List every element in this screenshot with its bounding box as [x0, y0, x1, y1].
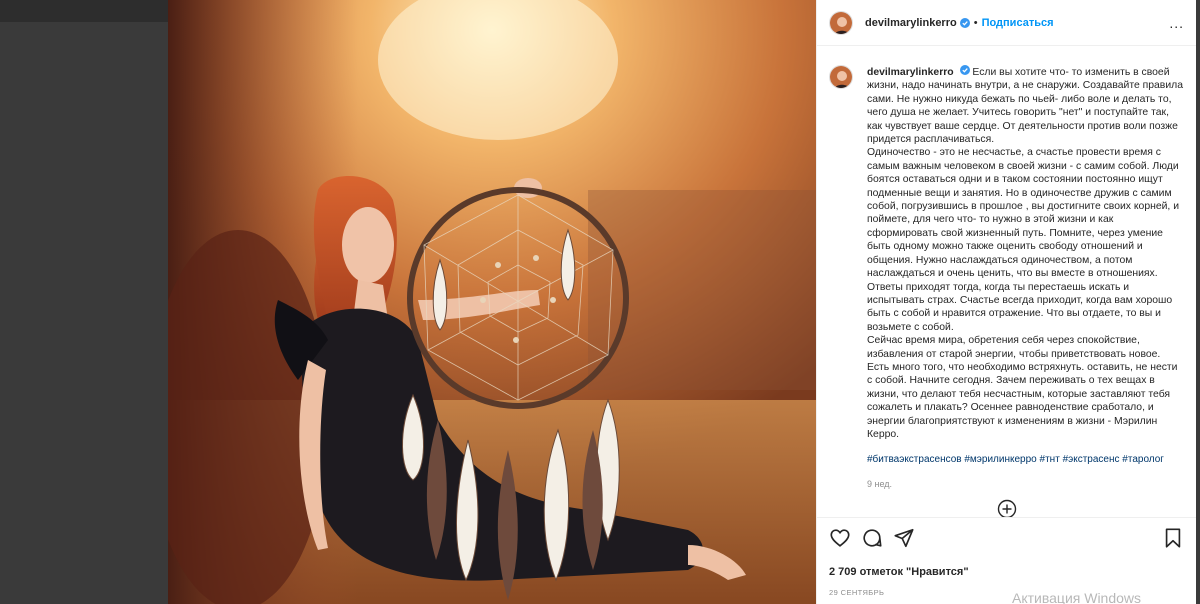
heart-icon[interactable] — [829, 527, 851, 549]
hashtag-link[interactable]: #тнт — [1040, 454, 1060, 465]
caption-paragraph-1: Если вы хотите что- то изменить в своей … — [867, 67, 1183, 146]
bookmark-icon[interactable] — [1162, 527, 1184, 549]
likes-count[interactable]: 2 709 отметок "Нравится" — [829, 566, 1184, 578]
hashtag-link[interactable]: #битваэкстрасенсов — [867, 454, 962, 465]
modal-backdrop-left[interactable] — [0, 0, 168, 604]
caption-time-ago: 9 нед. — [867, 478, 893, 489]
modal-backdrop-right[interactable] — [1196, 0, 1200, 604]
more-options-icon[interactable]: ... — [1169, 15, 1184, 31]
hashtag-link[interactable]: #таролог — [1122, 454, 1164, 465]
separator-dot: • — [973, 16, 978, 29]
backdrop-top-strip — [0, 0, 168, 22]
load-more-comments — [817, 499, 1196, 517]
verified-badge-icon — [959, 17, 970, 28]
post-photo-image — [168, 0, 816, 604]
action-icons — [829, 518, 1184, 558]
post-header: devilmarylinkerro • Подписаться ... — [817, 0, 1196, 46]
caption-row: devilmarylinkerro Если вы хотите что- то… — [829, 65, 1184, 491]
caption-username[interactable]: devilmarylinkerro — [867, 67, 954, 78]
windows-activation-watermark: Активация Windows — [1012, 590, 1142, 604]
caption-avatar[interactable] — [829, 65, 853, 89]
hashtag-link[interactable]: #экстрасенс — [1063, 454, 1120, 465]
post-side-panel: devilmarylinkerro • Подписаться ... devi… — [816, 0, 1196, 604]
caption-paragraph-2: Одиночество - это не несчастье, а счасть… — [867, 147, 1179, 333]
post-photo[interactable] — [168, 0, 816, 604]
comments-area[interactable]: devilmarylinkerro Если вы хотите что- то… — [817, 47, 1196, 517]
comment-icon[interactable] — [861, 527, 883, 549]
author-username[interactable]: devilmarylinkerro — [865, 17, 957, 29]
verified-badge-icon — [959, 65, 970, 75]
hashtag-list: #битваэкстрасенсов #мэрилинкерро #тнт #э… — [867, 453, 1184, 466]
instagram-post-modal: devilmarylinkerro • Подписаться ... devi… — [0, 0, 1200, 604]
follow-button[interactable]: Подписаться — [982, 17, 1054, 29]
caption-paragraph-3: Сейчас время мира, обретения себя через … — [867, 335, 1178, 440]
author-avatar[interactable] — [829, 10, 853, 35]
plus-circle-icon[interactable] — [997, 499, 1017, 517]
share-icon[interactable] — [893, 527, 915, 549]
hashtag-link[interactable]: #мэрилинкерро — [964, 454, 1036, 465]
caption-text: devilmarylinkerro Если вы хотите что- то… — [867, 65, 1184, 491]
